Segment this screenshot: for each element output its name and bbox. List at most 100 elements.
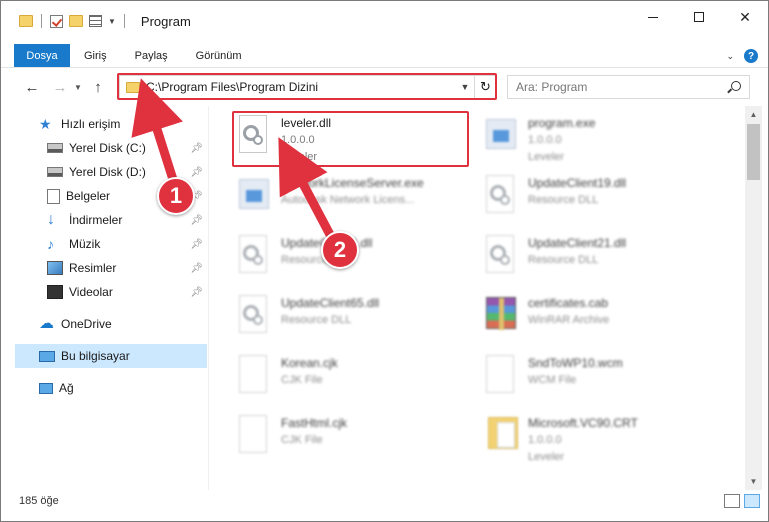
file-name: SndToWP10.wcm	[528, 356, 623, 370]
file-tile[interactable]: Korean.cjk CJK File	[235, 353, 469, 405]
file-icon	[235, 353, 271, 397]
sidebar-item-label: Resimler	[69, 261, 117, 275]
file-tile[interactable]: UpdateClient19.dll Resource DLL	[482, 173, 716, 225]
sidebar-item-label: OneDrive	[61, 317, 112, 331]
ribbon-tabs: Dosya Giriş Paylaş Görünüm ⌄ ?	[1, 44, 768, 68]
tiles-view-icon[interactable]	[744, 494, 760, 508]
file-tile[interactable]: program.exe 1.0.0.0 Leveler	[482, 113, 716, 165]
sidebar-item-this-pc[interactable]: Bu bilgisayar	[15, 344, 207, 368]
file-company: Leveler	[528, 451, 565, 463]
pin-icon: 📌︎	[190, 143, 203, 154]
scroll-up-icon[interactable]: ▲	[745, 106, 762, 123]
ribbon-collapse-icon[interactable]: ⌄	[726, 51, 734, 62]
sidebar-item-label: Belgeler	[66, 189, 111, 203]
close-button[interactable]: ✕	[722, 1, 768, 33]
pin-icon: 📌︎	[190, 263, 203, 274]
sidebar-item-local-disk-c[interactable]: Yerel Disk (C:) 📌︎	[15, 136, 207, 160]
search-icon[interactable]	[731, 81, 741, 91]
file-description: Resource DLL	[528, 254, 599, 266]
sidebar-item-label: Bu bilgisayar	[61, 349, 130, 363]
close-icon: ✕	[739, 8, 751, 25]
status-bar: 185 öğe	[1, 490, 768, 512]
music-icon: ♪	[47, 236, 54, 252]
scroll-thumb[interactable]	[747, 124, 760, 180]
file-tile[interactable]: UpdateClient21.dll Resource DLL	[482, 233, 716, 285]
view-toggle-group	[724, 494, 760, 508]
file-tile[interactable]: UpdateClient65.dll Resource DLL	[235, 293, 469, 345]
file-tile[interactable]: SndToWP10.wcm WCM File	[482, 353, 716, 405]
sidebar-item-label: Müzik	[69, 237, 101, 251]
pin-icon: 📌︎	[190, 287, 203, 298]
sidebar-item-label: Yerel Disk (D:)	[69, 165, 146, 179]
item-count: 185 öğe	[19, 495, 59, 507]
help-icon[interactable]: ?	[744, 49, 758, 63]
file-name: Microsoft.VC90.CRT	[528, 416, 638, 430]
file-description: Autodesk Network Licens...	[281, 194, 415, 206]
file-name: UpdateClient21.dll	[528, 236, 627, 250]
minimize-button[interactable]	[630, 1, 676, 33]
pin-icon: 📌︎	[190, 215, 203, 226]
tab-share[interactable]: Paylaş	[121, 44, 182, 67]
file-name: UpdateClient19.dll	[528, 176, 627, 190]
minimize-icon	[648, 16, 658, 18]
search-placeholder: Ara: Program	[516, 80, 588, 94]
file-description: CJK File	[281, 434, 323, 446]
file-tile[interactable]: certificates.cab WinRAR Archive	[482, 293, 716, 345]
divider	[123, 14, 125, 28]
file-name: UpdateClient65.dll	[281, 296, 380, 310]
download-icon: ↓	[47, 211, 55, 228]
divider	[41, 14, 42, 28]
dll-icon	[235, 293, 271, 337]
address-highlight-box	[117, 73, 497, 100]
sidebar-item-network[interactable]: Ağ	[15, 376, 207, 400]
pane-divider[interactable]	[208, 106, 209, 490]
file-description: Resource DLL	[281, 314, 352, 326]
maximize-icon	[694, 12, 704, 22]
dll-icon	[482, 173, 518, 217]
star-icon: ★	[39, 116, 52, 132]
file-company: Leveler	[528, 151, 565, 163]
file-name: certificates.cab	[528, 296, 609, 310]
documents-icon	[47, 188, 60, 204]
maximize-button[interactable]	[676, 1, 722, 33]
new-folder-icon[interactable]	[69, 15, 83, 27]
chevron-down-icon[interactable]: ▼	[108, 17, 116, 26]
scroll-down-icon[interactable]: ▼	[745, 473, 762, 490]
properties-check-icon[interactable]	[50, 14, 63, 28]
file-tile[interactable]: FastHtml.cjk CJK File	[235, 413, 469, 465]
ribbon-help-area: ⌄ ?	[726, 46, 758, 66]
file-icon	[235, 413, 271, 457]
recent-locations-icon[interactable]: ▼	[71, 76, 85, 98]
file-version: 1.0.0.0	[528, 434, 562, 446]
window-controls: ✕	[630, 1, 768, 33]
details-view-icon[interactable]	[724, 494, 740, 508]
tab-file[interactable]: Dosya	[14, 44, 70, 67]
tab-view[interactable]: Görünüm	[182, 44, 256, 67]
network-icon	[39, 382, 53, 394]
vertical-scrollbar[interactable]: ▲ ▼	[745, 106, 762, 490]
file-description: CJK File	[281, 374, 323, 386]
videos-icon	[47, 285, 63, 299]
drive-icon	[47, 167, 63, 177]
sidebar-item-label: Videolar	[69, 285, 113, 299]
pin-icon: 📌︎	[190, 167, 203, 178]
title-bar: ▼ Program ✕	[1, 1, 768, 41]
file-tile[interactable]: Microsoft.VC90.CRT 1.0.0.0 Leveler	[482, 413, 716, 465]
sidebar-item-videos[interactable]: Videolar 📌︎	[15, 280, 207, 304]
sidebar-item-quick-access[interactable]: ★ Hızlı erişim	[15, 112, 207, 136]
folder-icon	[482, 413, 518, 457]
tab-home[interactable]: Giriş	[70, 44, 121, 67]
file-name: NetworkLicenseServer.exe	[281, 176, 424, 190]
forward-button[interactable]: →	[49, 76, 71, 98]
search-input[interactable]: Ara: Program	[507, 75, 750, 99]
properties-icon[interactable]	[89, 15, 102, 27]
file-name: FastHtml.cjk	[281, 416, 347, 430]
back-button[interactable]: ←	[21, 76, 43, 98]
sidebar-item-onedrive[interactable]: ☁ OneDrive	[15, 312, 207, 336]
up-button[interactable]: ↑	[87, 76, 109, 98]
sidebar-item-pictures[interactable]: Resimler 📌︎	[15, 256, 207, 280]
sidebar-item-music[interactable]: ♪ Müzik 📌︎	[15, 232, 207, 256]
drive-icon	[47, 143, 63, 153]
app-icon	[482, 113, 518, 157]
file-tile[interactable]: NetworkLicenseServer.exe Autodesk Networ…	[235, 173, 469, 225]
